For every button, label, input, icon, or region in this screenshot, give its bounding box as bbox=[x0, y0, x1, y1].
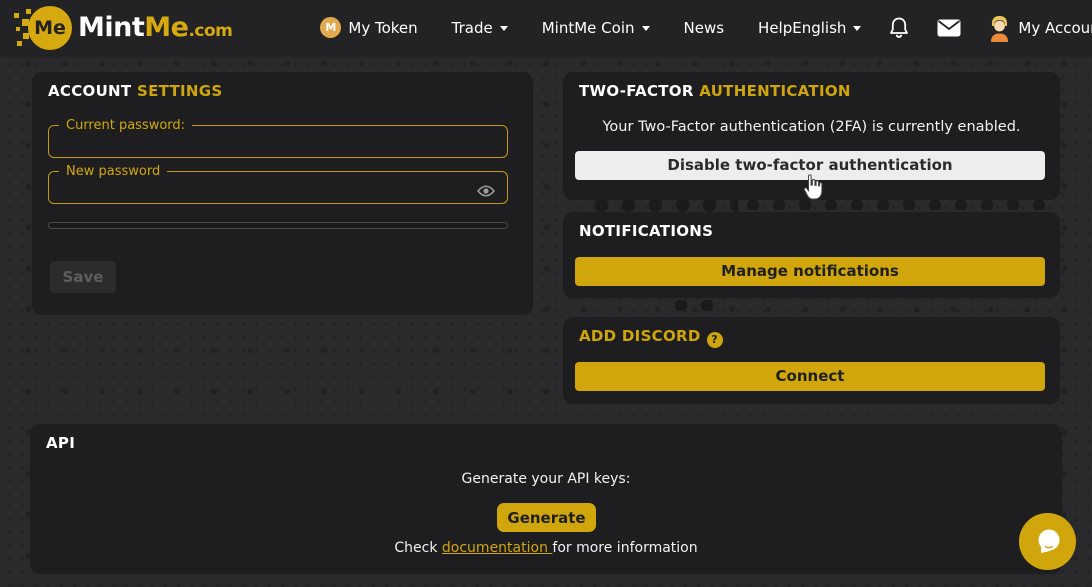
nav-item-news[interactable]: News bbox=[684, 19, 725, 37]
new-password-label: New password bbox=[59, 164, 167, 179]
notifications-bell-button[interactable] bbox=[888, 16, 910, 40]
nav-right-group: English My Account bbox=[792, 13, 1092, 42]
nav-item-trade[interactable]: Trade bbox=[452, 19, 508, 37]
bell-icon bbox=[888, 16, 910, 40]
nav-trade-label: Trade bbox=[452, 19, 493, 37]
nav-help-label: Help bbox=[758, 19, 792, 37]
mintme-logo-icon: Me bbox=[14, 5, 72, 51]
logo-wordmark: MintMe.com bbox=[78, 12, 232, 43]
new-password-input[interactable] bbox=[57, 181, 457, 205]
my-account-label: My Account bbox=[1018, 19, 1092, 37]
current-password-label: Current password: bbox=[59, 118, 192, 133]
nav-mintme-coin-label: MintMe Coin bbox=[542, 19, 635, 37]
messages-button[interactable] bbox=[937, 19, 961, 37]
documentation-link[interactable]: documentation bbox=[442, 540, 552, 556]
nav-item-help[interactable]: Help bbox=[758, 19, 792, 37]
eye-icon bbox=[477, 184, 495, 198]
account-settings-title: ACCOUNT SETTINGS bbox=[48, 82, 223, 100]
nav-news-label: News bbox=[684, 19, 725, 37]
current-password-input[interactable] bbox=[57, 135, 457, 159]
discord-connect-button[interactable]: Connect bbox=[575, 362, 1045, 391]
logo-monogram: Me bbox=[28, 6, 72, 50]
user-avatar bbox=[988, 13, 1011, 42]
halftone-dots-decoration bbox=[668, 300, 720, 311]
chevron-down-icon bbox=[853, 26, 861, 31]
chevron-down-icon bbox=[642, 26, 650, 31]
two-factor-panel: TWO-FACTOR AUTHENTICATION Your Two-Facto… bbox=[563, 72, 1060, 200]
my-account-menu[interactable]: My Account bbox=[988, 13, 1092, 42]
api-panel: API Generate your API keys: Generate Che… bbox=[30, 424, 1062, 574]
nav-item-my-token[interactable]: M My Token bbox=[320, 17, 417, 38]
two-factor-status-text: Your Two-Factor authentication (2FA) is … bbox=[563, 119, 1060, 135]
api-title: API bbox=[46, 434, 75, 452]
nav-item-mintme-coin[interactable]: MintMe Coin bbox=[542, 19, 650, 37]
api-generate-prompt: Generate your API keys: bbox=[30, 471, 1062, 487]
language-label: English bbox=[792, 19, 846, 37]
current-password-fieldset: Current password: bbox=[48, 118, 508, 158]
two-factor-title: TWO-FACTOR AUTHENTICATION bbox=[579, 82, 851, 100]
new-password-fieldset: New password bbox=[48, 164, 508, 204]
generate-api-keys-button[interactable]: Generate bbox=[497, 503, 596, 532]
account-settings-panel: ACCOUNT SETTINGS Current password: New p… bbox=[32, 72, 533, 315]
mintme-logo[interactable]: Me MintMe.com bbox=[14, 5, 232, 51]
notifications-panel: NOTIFICATIONS Manage notifications bbox=[563, 212, 1060, 298]
top-navbar: Me MintMe.com M My Token Trade MintMe Co… bbox=[0, 0, 1092, 55]
chevron-down-icon bbox=[500, 26, 508, 31]
envelope-icon bbox=[937, 19, 961, 37]
notifications-title: NOTIFICATIONS bbox=[579, 222, 713, 240]
password-strength-bar bbox=[48, 222, 508, 229]
nav-my-token-label: My Token bbox=[348, 19, 417, 37]
api-docs-text: Check documentation for more information bbox=[30, 540, 1062, 556]
manage-notifications-button[interactable]: Manage notifications bbox=[575, 257, 1045, 286]
save-button[interactable]: Save bbox=[50, 261, 116, 293]
nav-menu: M My Token Trade MintMe Coin News Help bbox=[320, 17, 792, 38]
add-discord-title: ADD DISCORD? bbox=[579, 327, 723, 348]
halftone-dots-decoration bbox=[740, 200, 1052, 210]
chat-bubble-icon bbox=[1032, 526, 1064, 558]
language-selector[interactable]: English bbox=[792, 19, 861, 37]
help-question-icon[interactable]: ? bbox=[707, 332, 723, 348]
add-discord-panel: ADD DISCORD? Connect bbox=[563, 317, 1060, 404]
disable-two-factor-button[interactable]: Disable two-factor authentication bbox=[575, 151, 1045, 180]
token-coin-icon: M bbox=[320, 17, 341, 38]
live-chat-button[interactable] bbox=[1019, 513, 1076, 570]
toggle-password-visibility-button[interactable] bbox=[477, 183, 495, 202]
